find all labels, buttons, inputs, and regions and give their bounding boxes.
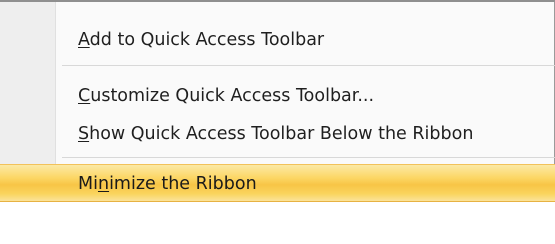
menu-separator [62,157,555,158]
menu-item-accelerator: n [97,174,110,194]
context-menu: Add to Quick Access Toolbar Customize Qu… [0,0,555,202]
menu-separator [62,65,555,66]
menu-top-border [0,0,555,2]
menu-item-label: dd to Quick Access Toolbar [89,30,325,50]
menu-item-accelerator: S [78,124,90,144]
menu-item-label-prefix: Mi [78,174,98,194]
menu-item-add-to-quick-access-toolbar[interactable]: Add to Quick Access Toolbar [0,22,555,58]
menu-item-label: ustomize Quick Access Toolbar... [90,86,375,106]
menu-item-minimize-the-ribbon[interactable]: Minimize the Ribbon [0,164,555,202]
menu-item-customize-quick-access-toolbar[interactable]: Customize Quick Access Toolbar... [0,78,555,114]
menu-item-accelerator: A [78,30,90,50]
menu-item-accelerator: C [78,86,91,106]
menu-item-label: how Quick Access Toolbar Below the Ribbo… [89,124,474,144]
menu-item-show-toolbar-below-ribbon[interactable]: Show Quick Access Toolbar Below the Ribb… [0,116,555,152]
menu-item-label: imize the Ribbon [109,174,257,194]
